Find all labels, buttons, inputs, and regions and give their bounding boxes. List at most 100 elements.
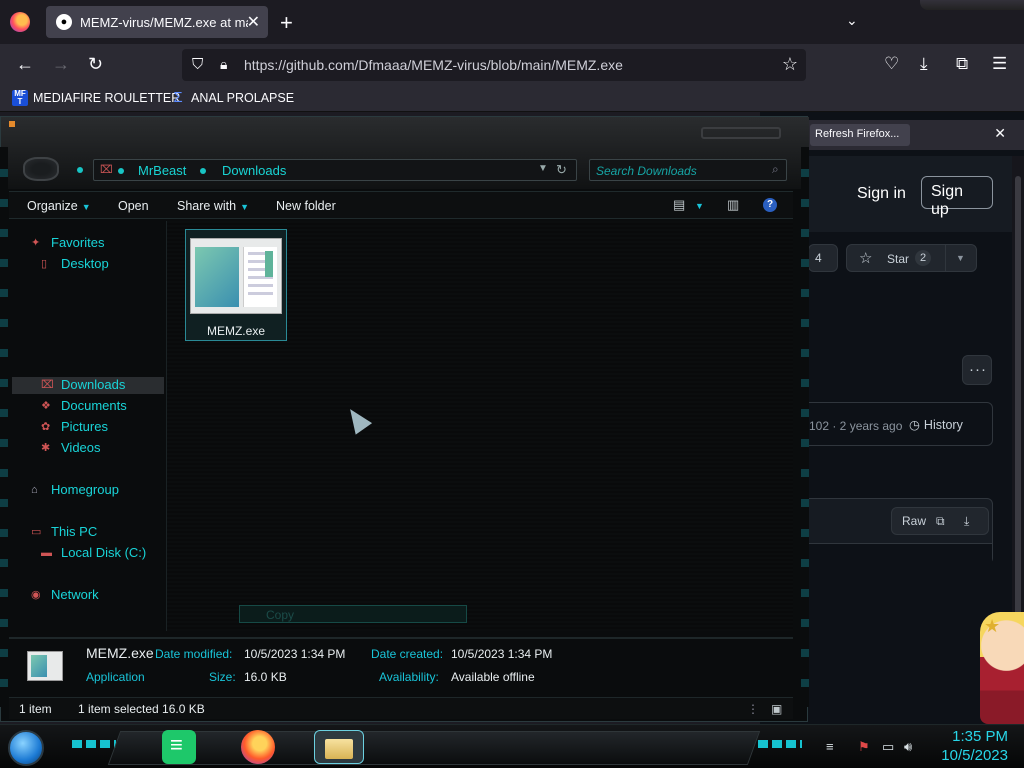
file-item[interactable]: MEMZ.exe (185, 229, 287, 341)
file-header-box: Raw ⧉ ⤓ (800, 498, 993, 564)
tab-memz[interactable]: ● MEMZ-virus/MEMZ.exe at main ✕ (46, 6, 268, 38)
selection-info: 1 item selected 16.0 KB (78, 702, 205, 716)
nav-documents[interactable]: ❖ Documents (41, 398, 127, 413)
action-center-flag-icon[interactable]: ⚑ (858, 739, 870, 755)
nav-desktop[interactable]: ▯ Desktop (41, 256, 109, 271)
sign-up-button[interactable]: Sign up (921, 176, 993, 218)
list-all-tabs-icon[interactable]: ⌄ (846, 12, 858, 29)
recent-locations-icon[interactable] (77, 167, 83, 173)
star-button[interactable]: ☆ Star 2 ▼ (846, 244, 977, 272)
taskbar-plate (107, 731, 761, 765)
nav-network[interactable]: ◉ Network (31, 587, 99, 602)
url-bar[interactable]: ⛉ 🔒︎ https://github.com/Dfmaaa/MEMZ-viru… (182, 49, 806, 81)
close-icon[interactable]: ✕ (994, 125, 1006, 142)
help-icon[interactable]: ? (763, 198, 777, 212)
firefox-taskbar-icon[interactable] (241, 730, 275, 764)
computer-icon: ▭ (31, 525, 42, 538)
address-bar[interactable]: ⌧ MrBeast Downloads ▼ ↻ (93, 159, 577, 181)
notes-app-icon[interactable] (162, 730, 196, 764)
breadcrumb-downloads[interactable]: Downloads (222, 163, 286, 178)
chevron-down-icon: ▼ (240, 202, 249, 212)
nav-label: Desktop (61, 256, 109, 271)
address-dropdown-icon[interactable]: ▼ (538, 163, 548, 174)
reload-icon[interactable]: ↻ (88, 54, 103, 75)
view-dropdown-icon[interactable]: ▼ (695, 201, 704, 211)
browser-nav-bar: ← → ↻ ⛉ 🔒︎ https://github.com/Dfmaaa/MEM… (0, 44, 1024, 84)
navigation-pane: ✦ Favorites ▯ Desktop ⌧ Downloads ❖ Document… (9, 221, 167, 631)
thumb-graphic (265, 251, 273, 277)
desktop: ● MEMZ-virus/MEMZ.exe at main ✕ + ⌄ ← → … (0, 0, 1024, 768)
nav-this-pc[interactable]: ▭ This PC (31, 524, 97, 539)
bookmark-mediafire[interactable]: MF T MEDIAFIRE ROULETTER (12, 90, 180, 106)
nav-local-disk[interactable]: ▬ Local Disk (C:) (41, 545, 146, 560)
browser-tab-bar: ● MEMZ-virus/MEMZ.exe at main ✕ + ⌄ (0, 0, 1024, 44)
search-icon[interactable]: ⌕ (772, 162, 779, 177)
history-link[interactable]: ◷ History (909, 417, 963, 432)
refresh-firefox-button[interactable]: Refresh Firefox... (810, 124, 910, 146)
size-value: 16.0 KB (244, 670, 287, 684)
drag-copy-tooltip: Copy (239, 605, 467, 623)
bookmark-second[interactable]: Σ ANAL PROLAPSE (170, 90, 294, 106)
show-hidden-icons-icon[interactable]: ≡ (826, 739, 834, 754)
preview-pane-icon[interactable]: ▥ (727, 197, 739, 213)
fork-button[interactable]: 4 (808, 244, 838, 272)
bookmark-star-icon[interactable]: ☆ (782, 54, 798, 75)
search-input[interactable]: Search Downloads ⌕ (589, 159, 787, 181)
sign-in-link[interactable]: Sign in (857, 185, 906, 203)
details-view-icon[interactable]: ⋮ (747, 702, 759, 716)
desktop-icon: ▯ (41, 257, 48, 270)
availability-label: Availability: (379, 670, 439, 684)
large-icons-view-icon[interactable]: ▣ (771, 702, 782, 716)
refresh-icon[interactable]: ↻ (556, 162, 567, 178)
file-thumbnail (190, 238, 282, 314)
file-list-area[interactable]: MEMZ.exe Copy (167, 221, 793, 631)
nav-pictures[interactable]: ✿ Pictures (41, 419, 108, 434)
details-pane: MEMZ.exe Application Date modified: 10/5… (9, 637, 793, 693)
menu-icon[interactable]: ☰ (992, 54, 1007, 74)
network-icon: ◉ (31, 588, 41, 601)
lock-icon[interactable]: 🔒︎ (220, 56, 227, 73)
network-tray-icon[interactable]: ▭ (882, 739, 894, 755)
pocket-icon[interactable]: ♡ (884, 54, 899, 74)
start-button[interactable] (8, 730, 44, 766)
mediafire-icon: MF T (12, 90, 28, 106)
nav-label: Local Disk (C:) (61, 545, 147, 560)
back-forward-orb-icon[interactable] (23, 157, 59, 181)
breadcrumb-mrbeast[interactable]: MrBeast (138, 163, 186, 178)
volume-icon[interactable]: 🔊︎ (904, 739, 912, 755)
view-options-icon[interactable]: ▤ (673, 197, 685, 213)
new-tab-icon[interactable]: + (280, 10, 293, 36)
new-folder-button[interactable]: New folder (276, 199, 336, 213)
raw-button[interactable]: Raw (902, 514, 926, 528)
nav-videos[interactable]: ✱ Videos (41, 440, 101, 455)
downloads-icon[interactable]: ⤓ (920, 54, 928, 74)
share-with-menu[interactable]: Share with ▼ (177, 199, 249, 213)
file-explorer-taskbar-icon[interactable] (314, 730, 364, 764)
url-text[interactable]: https://github.com/Dfmaaa/MEMZ-virus/blo… (244, 57, 623, 73)
nav-favorites[interactable]: ✦ Favorites (31, 235, 104, 250)
nav-downloads[interactable]: ⌧ Downloads (41, 377, 125, 392)
back-icon[interactable]: ← (16, 54, 34, 75)
fork-count: 4 (815, 251, 822, 265)
download-icon[interactable]: ⤓ (964, 514, 969, 529)
nav-label: Videos (61, 440, 101, 455)
copy-icon[interactable]: ⧉ (936, 514, 945, 529)
github-favicon-icon: ● (56, 14, 72, 30)
forward-icon[interactable]: → (52, 54, 70, 75)
tracking-shield-icon[interactable]: ⛉ (192, 56, 203, 73)
star-dropdown-icon[interactable]: ▼ (945, 245, 975, 271)
nav-label: Documents (61, 398, 127, 413)
history-icon: ◷ (909, 418, 920, 432)
breadcrumb-separator[interactable] (200, 168, 206, 174)
close-tab-icon[interactable]: ✕ (247, 12, 260, 32)
firefox-menu-icon[interactable] (10, 12, 30, 32)
more-options-button[interactable]: ··· (962, 355, 992, 385)
window-decoration (9, 121, 15, 127)
open-button[interactable]: Open (118, 199, 149, 213)
clock[interactable]: 1:35 PM 10/5/2023 (941, 727, 1008, 765)
item-count: 1 item (19, 702, 52, 716)
extensions-icon[interactable]: ⧉ (956, 54, 968, 74)
breadcrumb-separator[interactable] (118, 168, 124, 174)
nav-homegroup[interactable]: ⌂ Homegroup (31, 482, 119, 497)
organize-menu[interactable]: Organize ▼ (27, 199, 91, 213)
